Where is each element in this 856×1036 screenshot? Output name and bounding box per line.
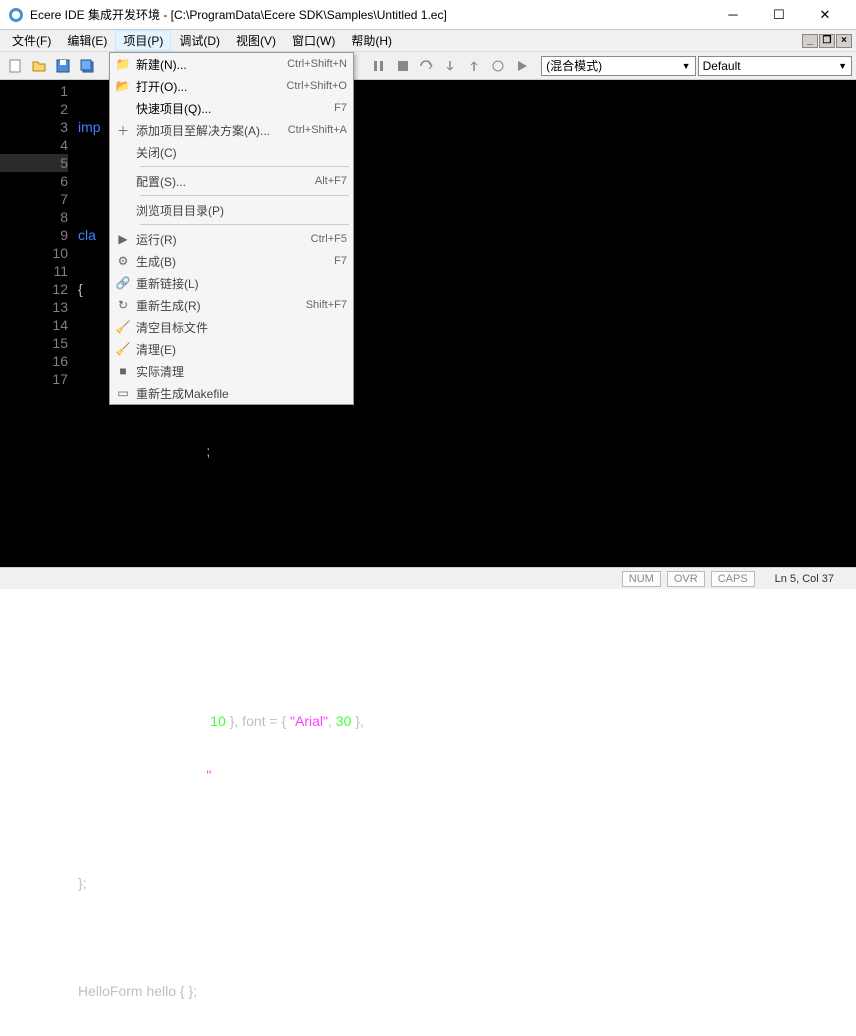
menu-close-project[interactable]: 关闭(C): [110, 141, 353, 163]
app-icon: [8, 7, 24, 23]
line-number: 16: [0, 352, 68, 370]
run-icon: ▶: [110, 232, 136, 246]
save-button[interactable]: [52, 55, 74, 77]
build-icon: ⚙: [110, 254, 136, 268]
menu-edit[interactable]: 编辑(E): [59, 30, 115, 51]
line-number: 17: [0, 370, 68, 388]
menu-regen-makefile[interactable]: ▭重新生成Makefile: [110, 382, 353, 404]
mode-dropdown[interactable]: (混合模式)▼: [541, 56, 695, 76]
step-run-icon[interactable]: [511, 55, 533, 77]
line-number: 3: [0, 118, 68, 136]
menu-quick-project[interactable]: 快速项目(Q)...F7: [110, 97, 353, 119]
window-title: Ecere IDE 集成开发环境 - [C:\ProgramData\Ecere…: [30, 6, 710, 23]
line-number: 10: [0, 244, 68, 262]
config-dropdown-label: Default: [703, 59, 741, 73]
code-text: "Arial": [290, 713, 328, 729]
code-text: 30: [336, 713, 352, 729]
code-text: ": [206, 767, 211, 783]
saveall-button[interactable]: [76, 55, 98, 77]
link-icon: 🔗: [110, 276, 136, 290]
line-number: 13: [0, 298, 68, 316]
step-skip-icon[interactable]: [487, 55, 509, 77]
mdi-restore-button[interactable]: ❐: [819, 34, 835, 48]
menu-browse-folder[interactable]: 浏览项目目录(P): [110, 199, 353, 221]
step-into-icon[interactable]: [439, 55, 461, 77]
line-number: 14: [0, 316, 68, 334]
rebuild-icon: ↻: [110, 298, 136, 312]
code-text: imp: [78, 119, 101, 135]
menu-new-project[interactable]: 📁新建(N)...Ctrl+Shift+N: [110, 53, 353, 75]
mdi-close-button[interactable]: ×: [836, 34, 852, 48]
close-button[interactable]: ✕: [802, 1, 848, 29]
line-number: 12: [0, 280, 68, 298]
code-text: },: [351, 713, 363, 729]
open-file-button[interactable]: [28, 55, 50, 77]
menu-separator: [140, 224, 349, 225]
menubar: 文件(F) 编辑(E) 项目(P) 调试(D) 视图(V) 窗口(W) 帮助(H…: [0, 30, 856, 52]
new-file-button[interactable]: [4, 55, 26, 77]
folder-open-icon: 📂: [110, 79, 136, 93]
step-over-icon[interactable]: [416, 55, 438, 77]
project-dropdown-menu: 📁新建(N)...Ctrl+Shift+N 📂打开(O)...Ctrl+Shif…: [109, 52, 354, 405]
step-out-icon[interactable]: [463, 55, 485, 77]
code-text: };: [78, 875, 87, 891]
pause-icon[interactable]: [368, 55, 390, 77]
code-text: HelloForm hello { };: [78, 983, 197, 999]
config-dropdown[interactable]: Default▼: [698, 56, 852, 76]
stop-icon[interactable]: [392, 55, 414, 77]
menu-rebuild[interactable]: ↻重新生成(R)Shift+F7: [110, 294, 353, 316]
broom-icon: ■: [110, 364, 136, 378]
line-gutter: 1 2 3 4 5 6 7 8 9 10 11 12 13 14 15 16 1…: [0, 80, 78, 567]
menu-clean-target[interactable]: 🧹清空目标文件: [110, 316, 353, 338]
code-text: 10: [210, 713, 226, 729]
line-number: 1: [0, 82, 68, 100]
menu-project[interactable]: 项目(P): [115, 30, 171, 51]
folder-new-icon: 📁: [110, 57, 136, 71]
line-number: 9: [0, 226, 68, 244]
menu-clean[interactable]: 🧹清理(E): [110, 338, 353, 360]
menu-add-project[interactable]: ＋添加项目至解决方案(A)...Ctrl+Shift+A: [110, 119, 353, 141]
line-number: 6: [0, 172, 68, 190]
line-number: 5: [0, 154, 68, 172]
menu-run[interactable]: ▶运行(R)Ctrl+F5: [110, 228, 353, 250]
menu-open-project[interactable]: 📂打开(O)...Ctrl+Shift+O: [110, 75, 353, 97]
menu-relink[interactable]: 🔗重新链接(L): [110, 272, 353, 294]
code-text: ;: [206, 443, 210, 459]
menu-help[interactable]: 帮助(H): [343, 30, 400, 51]
menu-real-clean[interactable]: ■实际清理: [110, 360, 353, 382]
document-icon: ▭: [110, 386, 136, 400]
menu-separator: [140, 195, 349, 196]
minimize-button[interactable]: ─: [710, 1, 756, 29]
menu-separator: [140, 166, 349, 167]
line-number: 4: [0, 136, 68, 154]
line-number: 2: [0, 100, 68, 118]
maximize-button[interactable]: ☐: [756, 1, 802, 29]
line-number: 15: [0, 334, 68, 352]
menu-window[interactable]: 窗口(W): [284, 30, 343, 51]
menu-settings[interactable]: 配置(S)...Alt+F7: [110, 170, 353, 192]
mdi-minimize-button[interactable]: _: [802, 34, 818, 48]
line-number: 11: [0, 262, 68, 280]
menu-view[interactable]: 视图(V): [228, 30, 284, 51]
broom-icon: 🧹: [110, 342, 136, 356]
code-text: {: [78, 281, 83, 297]
code-text: ,: [328, 713, 336, 729]
line-number: 8: [0, 208, 68, 226]
code-text: cla: [78, 227, 96, 243]
menu-build[interactable]: ⚙生成(B)F7: [110, 250, 353, 272]
titlebar: Ecere IDE 集成开发环境 - [C:\ProgramData\Ecere…: [0, 0, 856, 30]
code-text: }, font = {: [226, 713, 290, 729]
mode-dropdown-label: (混合模式): [546, 57, 602, 74]
menu-debug[interactable]: 调试(D): [171, 30, 228, 51]
line-number: 7: [0, 190, 68, 208]
broom-icon: 🧹: [110, 320, 136, 334]
menu-file[interactable]: 文件(F): [4, 30, 59, 51]
mdi-controls: _ ❐ ×: [802, 34, 852, 48]
plus-icon: ＋: [110, 122, 136, 139]
